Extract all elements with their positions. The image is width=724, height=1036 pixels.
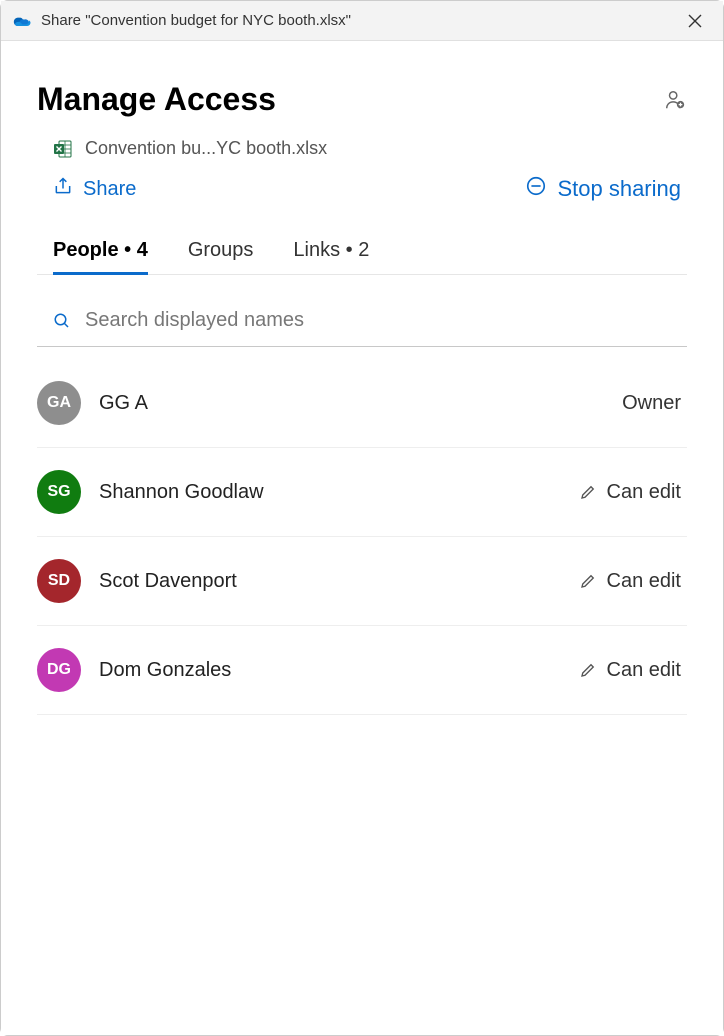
list-item[interactable]: SD Scot Davenport Can edit xyxy=(37,537,687,626)
person-name: Shannon Goodlaw xyxy=(99,481,561,504)
permission-dropdown[interactable]: Can edit xyxy=(579,570,682,593)
permission-dropdown[interactable]: Can edit xyxy=(579,659,682,682)
tab-links[interactable]: Links • 2 xyxy=(293,239,369,274)
share-icon xyxy=(53,176,73,202)
stop-sharing-button[interactable]: Stop sharing xyxy=(525,175,681,203)
tab-groups[interactable]: Groups xyxy=(188,239,254,274)
stop-icon xyxy=(525,175,547,203)
share-button[interactable]: Share xyxy=(53,176,136,202)
onedrive-icon xyxy=(13,11,33,31)
list-item[interactable]: GA GG A Owner xyxy=(37,357,687,448)
list-item[interactable]: DG Dom Gonzales Can edit xyxy=(37,626,687,715)
permission-dropdown[interactable]: Can edit xyxy=(579,481,682,504)
file-info: Convention bu...YC booth.xlsx xyxy=(37,138,687,159)
pencil-icon xyxy=(579,661,597,679)
avatar: SG xyxy=(37,470,81,514)
avatar: GA xyxy=(37,381,81,425)
dialog-content: Manage Access Convention bu...YC booth.x… xyxy=(1,41,723,1035)
stop-sharing-label: Stop sharing xyxy=(557,176,681,202)
person-name: Dom Gonzales xyxy=(99,659,561,682)
avatar: SD xyxy=(37,559,81,603)
window-title: Share "Convention budget for NYC booth.x… xyxy=(41,12,679,29)
person-name: GG A xyxy=(99,392,604,415)
window-titlebar: Share "Convention budget for NYC booth.x… xyxy=(1,1,723,41)
pencil-icon xyxy=(579,572,597,590)
page-title: Manage Access xyxy=(37,81,276,118)
pencil-icon xyxy=(579,483,597,501)
role-label: Owner xyxy=(622,392,681,415)
avatar: DG xyxy=(37,648,81,692)
file-name: Convention bu...YC booth.xlsx xyxy=(85,138,327,159)
share-label: Share xyxy=(83,178,136,201)
add-person-button[interactable] xyxy=(663,88,687,112)
list-item[interactable]: SG Shannon Goodlaw Can edit xyxy=(37,448,687,537)
close-button[interactable] xyxy=(679,5,711,37)
people-list: GA GG A Owner SG Shannon Goodlaw Can edi… xyxy=(37,357,687,715)
search-row xyxy=(37,291,687,347)
excel-icon xyxy=(53,139,73,159)
search-input[interactable] xyxy=(85,309,675,332)
tabs: People • 4 Groups Links • 2 xyxy=(37,239,687,275)
search-icon xyxy=(53,312,71,330)
tab-people[interactable]: People • 4 xyxy=(53,239,148,274)
person-name: Scot Davenport xyxy=(99,570,561,593)
